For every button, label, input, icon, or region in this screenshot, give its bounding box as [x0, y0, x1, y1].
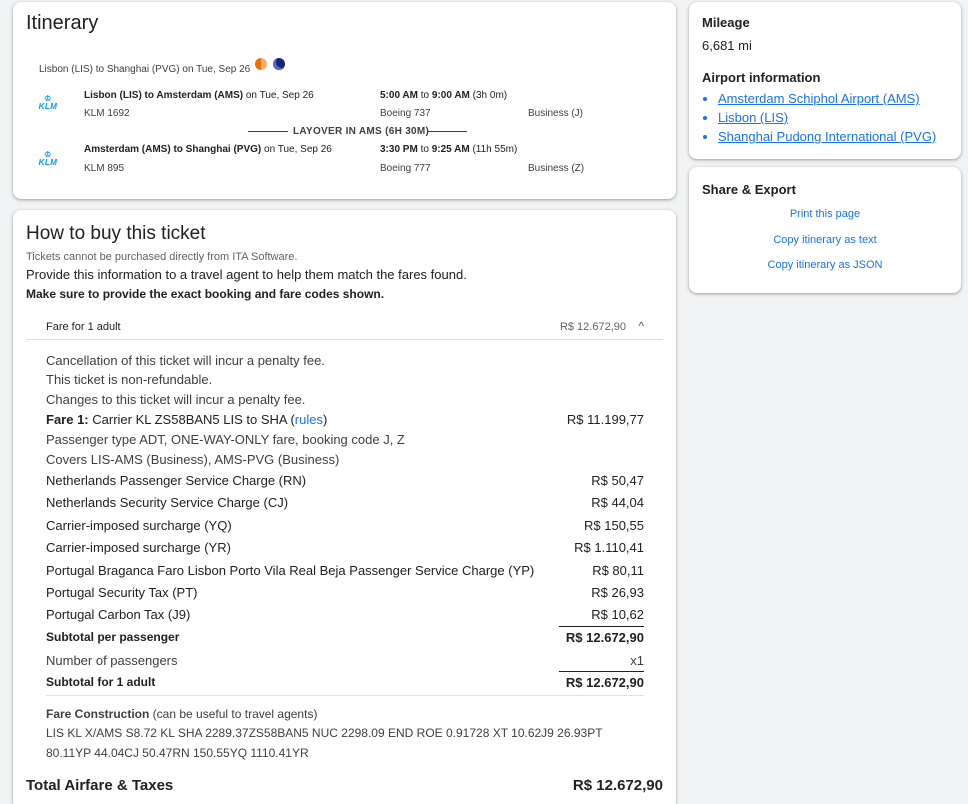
airport-info-title: Airport information	[702, 70, 821, 85]
charge-row: Portugal Security Tax (PT) R$ 26,93	[46, 585, 644, 600]
layover-label: LAYOVER IN AMS (6H 30M)	[293, 126, 430, 137]
penalty-1: Cancellation of this ticket will incur a…	[46, 353, 325, 368]
fare-1-row: Fare 1: Carrier KL ZS58BAN5 LIS to SHA (…	[46, 412, 644, 427]
fare-1-detail-2: Covers LIS-AMS (Business), AMS-PVG (Busi…	[46, 452, 340, 467]
fare-header[interactable]: Fare for 1 adult R$ 12.672,90 ^	[46, 319, 644, 341]
airport-link-ams[interactable]: Amsterdam Schiphol Airport (AMS)	[718, 91, 936, 106]
penalty-3: Changes to this ticket will incur a pena…	[46, 392, 306, 407]
mileage-title: Mileage	[702, 15, 750, 30]
segment-1-route: Lisbon (LIS) to Amsterdam (AMS) on Tue, …	[84, 90, 314, 101]
charge-row: Netherlands Security Service Charge (CJ)…	[46, 495, 644, 510]
segment-2-aircraft: Boeing 777	[380, 163, 431, 174]
fare-construction-line-1: LIS KL X/AMS S8.72 KL SHA 2289.37ZS58BAN…	[46, 726, 603, 740]
airport-link-lis[interactable]: Lisbon (LIS)	[718, 110, 936, 125]
subtotal-rule	[559, 626, 644, 627]
booking-warning: Make sure to provide the exact booking a…	[26, 287, 385, 301]
airport-link-pvg[interactable]: Shanghai Pudong International (PVG)	[718, 129, 936, 144]
itinerary-card: Itinerary Lisbon (LIS) to Shanghai (PVG)…	[13, 2, 676, 199]
how-to-buy-card: How to buy this ticket Tickets cannot be…	[13, 210, 676, 804]
share-export-card: Share & Export Print this page Copy itin…	[689, 167, 961, 293]
mileage-value: 6,681 mi	[702, 38, 752, 53]
charge-row: Portugal Carbon Tax (J9) R$ 10,62	[46, 607, 644, 622]
segment-2-route: Amsterdam (AMS) to Shanghai (PVG) on Tue…	[84, 144, 332, 155]
mileage-card: Mileage 6,681 mi Airport information Ams…	[689, 2, 961, 159]
airport-list: Amsterdam Schiphol Airport (AMS) Lisbon …	[702, 91, 936, 148]
subtotal-for-adult: Subtotal for 1 adult R$ 12.672,90	[46, 675, 644, 690]
charge-row: Carrier-imposed surcharge (YQ) R$ 150,55	[46, 518, 644, 533]
charge-row: Carrier-imposed surcharge (YR) R$ 1.110,4…	[46, 540, 644, 555]
charge-row: Portugal Braganca Faro Lisbon Porto Vila…	[46, 563, 644, 578]
segment-1-flight: KLM 1692	[84, 108, 130, 119]
print-page-link[interactable]: Print this page	[689, 208, 961, 220]
purchase-note: Tickets cannot be purchased directly fro…	[26, 251, 298, 263]
night-icon	[273, 58, 285, 70]
layover-line-right	[427, 131, 467, 132]
buy-title: How to buy this ticket	[26, 223, 206, 244]
total-amount: R$ 12.672,90	[572, 777, 663, 794]
fare-1-detail-1: Passenger type ADT, ONE-WAY-ONLY fare, b…	[46, 432, 405, 447]
number-of-passengers: Number of passengers x1	[46, 653, 644, 668]
itinerary-title: Itinerary	[26, 12, 99, 34]
divider	[26, 339, 663, 340]
chevron-up-icon[interactable]: ^	[638, 319, 644, 333]
segment-2-times: 3:30 PM to 9:25 AM (11h 55m)	[380, 144, 518, 155]
copy-text-link[interactable]: Copy itinerary as text	[689, 234, 961, 246]
penalty-2: This ticket is non-refundable.	[46, 372, 213, 387]
divider	[46, 695, 644, 696]
subtotal-rule	[559, 671, 644, 672]
route-summary: Lisbon (LIS) to Shanghai (PVG) on Tue, S…	[39, 64, 251, 75]
segment-2-cabin: Business (Z)	[528, 163, 585, 174]
klm-logo-icon: ♔ KLM	[38, 150, 58, 168]
segment-1-cabin: Business (J)	[528, 108, 584, 119]
segment-1-aircraft: Boeing 737	[380, 108, 431, 119]
segment-1-times: 5:00 AM to 9:00 AM (3h 0m)	[380, 90, 508, 101]
charge-row: Netherlands Passenger Service Charge (RN…	[46, 473, 644, 488]
segment-2-flight: KLM 895	[84, 163, 125, 174]
share-export-title: Share & Export	[702, 182, 796, 197]
rules-link[interactable]: rules	[295, 412, 323, 427]
fare-construction-line-2: 80.11YP 44.04CJ 50.47RN 150.55YQ 1110.41…	[46, 746, 309, 760]
klm-logo-icon: ♔ KLM	[38, 94, 58, 112]
subtotal-per-passenger: Subtotal per passenger R$ 12.672,90	[46, 630, 644, 645]
total-label: Total Airfare & Taxes	[26, 777, 174, 794]
agent-info: Provide this information to a travel age…	[26, 267, 467, 282]
copy-json-link[interactable]: Copy itinerary as JSON	[689, 259, 961, 271]
fare-construction-header: Fare Construction (can be useful to trav…	[46, 707, 318, 721]
layover-line-left	[248, 131, 288, 132]
sunrise-icon	[255, 58, 267, 70]
